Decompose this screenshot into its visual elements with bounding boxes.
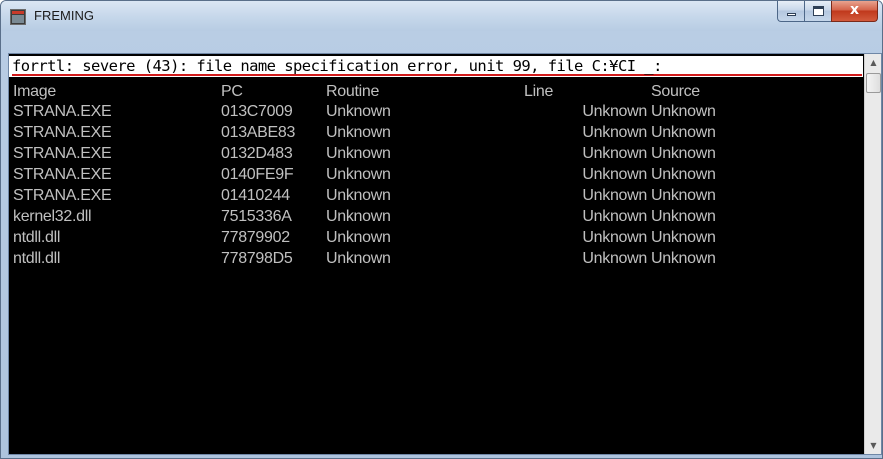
console-area[interactable] [9,54,864,454]
header-pc: PC [221,83,243,100]
row-source: Unknown [651,166,716,183]
maximize-icon [813,6,824,16]
row-line: Unknown [582,166,647,183]
row-routine: Unknown [326,124,391,141]
scroll-down-icon[interactable]: ▼ [865,437,882,454]
row-source: Unknown [651,229,716,246]
row-routine: Unknown [326,187,391,204]
console-window-icon[interactable] [10,9,26,25]
error-message[interactable]: forrtl: severe (43): file name specifica… [12,57,862,76]
window-title: FREMING [34,8,94,23]
row-routine: Unknown [326,166,391,183]
row-line: Unknown [582,250,647,267]
row-source: Unknown [651,208,716,225]
row-routine: Unknown [326,229,391,246]
header-image: Image [13,83,56,100]
header-line: Line [524,83,554,100]
row-pc: 0140FE9F [221,166,294,183]
row-pc: 013ABE83 [221,124,296,141]
row-line: Unknown [582,124,647,141]
row-pc: 77879902 [221,229,290,246]
row-line: Unknown [582,145,647,162]
row-pc: 7515336A [221,208,292,225]
row-pc: 778798D5 [221,250,293,267]
row-routine: Unknown [326,208,391,225]
row-image: ntdll.dll [13,229,61,246]
row-line: Unknown [582,103,647,120]
maximize-button[interactable] [804,1,831,22]
row-source: Unknown [651,250,716,267]
row-routine: Unknown [326,103,391,120]
row-line: Unknown [582,208,647,225]
row-image: STRANA.EXE [13,124,112,141]
row-image: STRANA.EXE [13,103,112,120]
row-image: STRANA.EXE [13,166,112,183]
minimize-button[interactable] [777,1,804,22]
row-image: STRANA.EXE [13,145,112,162]
row-source: Unknown [651,145,716,162]
minimize-icon [787,13,796,16]
row-source: Unknown [651,103,716,120]
scrollbar-thumb[interactable] [866,73,881,93]
row-pc: 0132D483 [221,145,293,162]
header-source: Source [651,83,700,100]
scroll-up-icon[interactable]: ▲ [865,54,882,71]
row-pc: 013C7009 [221,103,293,120]
app-icon-screen [12,15,24,23]
vertical-scrollbar[interactable]: ▲ ▼ [864,54,881,454]
close-button[interactable]: x [831,1,878,22]
app-icon-bar [12,11,24,14]
row-routine: Unknown [326,250,391,267]
row-image: kernel32.dll [13,208,92,225]
console-window: FREMING x forrtl: severe (43): file name… [0,0,883,459]
row-routine: Unknown [326,145,391,162]
header-routine: Routine [326,83,380,100]
row-image: ntdll.dll [13,250,61,267]
caption-buttons: x [777,1,878,22]
close-icon: x [849,2,860,18]
row-source: Unknown [651,187,716,204]
row-line: Unknown [582,187,647,204]
row-pc: 01410244 [221,187,290,204]
row-image: STRANA.EXE [13,187,112,204]
row-line: Unknown [582,229,647,246]
row-source: Unknown [651,124,716,141]
title-bar[interactable]: FREMING x [1,1,882,31]
